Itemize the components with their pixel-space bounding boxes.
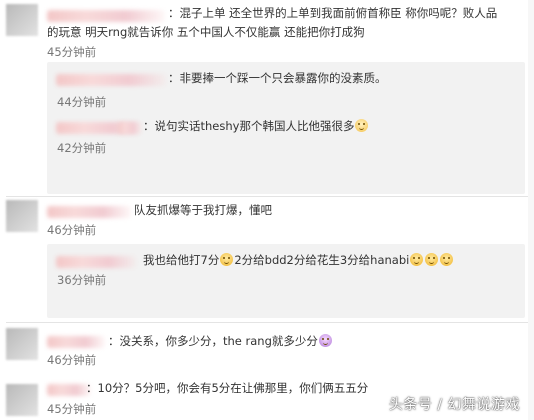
comment-text: 队友抓爆等于我打爆，懂吧 — [134, 203, 272, 217]
angry-emoji-icon — [318, 334, 332, 347]
reply-text-content: ：说句实话theshy那个韩国人比他强很多 — [143, 119, 355, 133]
comment-text: ：没关系，你多少分，the rang就多少分 — [108, 333, 333, 349]
avatar[interactable] — [6, 200, 38, 232]
avatar[interactable] — [6, 328, 38, 360]
reply-text-b: 2分给bdd2分给花生3分给hanabi — [234, 253, 410, 267]
reply-text: ：说句实话theshy那个韩国人比他强很多 — [143, 118, 369, 134]
crying-emoji-icon — [410, 253, 424, 266]
comment-time: 46分钟前 — [47, 223, 97, 237]
reply-text: 我也给他打7分 2分给bdd2分给花生3分给hanabi — [143, 252, 454, 268]
reply-time: 44分钟前 — [57, 95, 107, 109]
avatar[interactable] — [6, 4, 38, 36]
avatar[interactable] — [6, 384, 38, 416]
comment-text-line2: 的玩意 明天rng就告诉你 五个中国人不仅能赢 还能把你打成狗 — [47, 25, 365, 39]
crying-emoji-icon — [425, 253, 439, 266]
crying-emoji-icon — [440, 253, 454, 266]
username-blurred[interactable] — [56, 256, 136, 268]
comment-time: 46分钟前 — [47, 353, 97, 367]
reply-time: 42分钟前 — [57, 141, 107, 155]
divider — [6, 322, 534, 323]
watermark-text: 头条号 / 幻舞说游戏 — [388, 397, 520, 413]
comment-time: 45分钟前 — [47, 45, 97, 59]
comment-text: ：10分？5分吧，你会有5分在让佛那里，你们俩五五分 — [86, 381, 369, 395]
username-blurred[interactable] — [47, 336, 105, 348]
username-blurred[interactable] — [56, 74, 166, 86]
reply-text: ：非要捧一个踩一个只会暴露你的没素质。 — [168, 71, 387, 85]
cat-emoji-icon — [355, 119, 369, 132]
crying-emoji-icon — [220, 253, 234, 266]
reply-time: 36分钟前 — [57, 273, 107, 287]
reply-text-a: 我也给他打7分 — [143, 253, 220, 267]
scrollbar[interactable] — [528, 0, 534, 420]
divider — [6, 196, 534, 197]
comment-time: 45分钟前 — [47, 402, 97, 416]
username-blurred[interactable] — [47, 10, 165, 22]
username-blurred[interactable] — [47, 384, 91, 396]
comment-text: ：混子上单 还全世界的上单到我面前俯首称臣 称你吗呢？败人品 — [168, 6, 498, 20]
username-blurred[interactable] — [47, 206, 131, 218]
username-blurred[interactable] — [118, 122, 140, 134]
comment-text-content: ：没关系，你多少分，the rang就多少分 — [108, 334, 318, 348]
